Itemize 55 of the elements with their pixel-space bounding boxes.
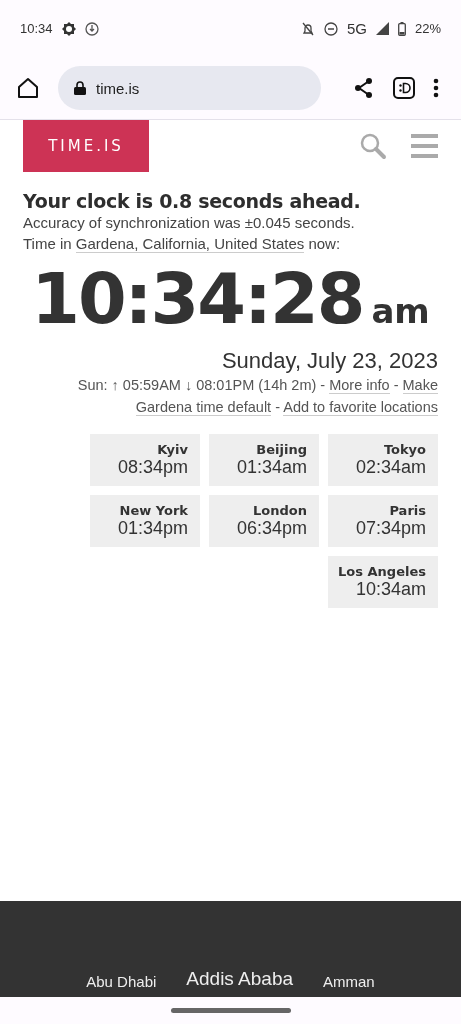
city-time: 01:34pm bbox=[117, 518, 188, 539]
url-text: time.is bbox=[96, 79, 140, 97]
clock: 10:34:28 am bbox=[30, 258, 431, 340]
footer-link[interactable]: Abu Dhabi bbox=[86, 973, 157, 990]
do-not-disturb-icon bbox=[323, 21, 338, 36]
sun-text: - bbox=[274, 399, 281, 415]
battery-level: 22% bbox=[414, 21, 441, 36]
bell-off-icon bbox=[300, 21, 315, 36]
city-time: 10:34am bbox=[355, 579, 426, 600]
lock-icon bbox=[74, 81, 86, 95]
accuracy-text: Accuracy of synchronization was ±0.045 seconds. bbox=[23, 213, 356, 233]
city-name: Tokyo bbox=[383, 442, 426, 457]
sun-link[interactable]: Gardena time default bbox=[135, 399, 272, 416]
location-text: Time in Gardena, California, United States now: bbox=[23, 234, 342, 254]
brightness-icon bbox=[61, 21, 76, 36]
signal-icon bbox=[375, 22, 389, 35]
city-time: 08:34pm bbox=[117, 457, 188, 478]
gesture-handle[interactable] bbox=[170, 1008, 291, 1013]
more-menu-icon[interactable] bbox=[433, 78, 439, 98]
city-card[interactable]: London 06:34pm bbox=[209, 495, 319, 547]
date-text: Sunday, July 23, 2023 bbox=[220, 348, 438, 374]
site-logo[interactable]: TIME.IS bbox=[23, 120, 149, 172]
city-name: Beijing bbox=[256, 442, 307, 457]
city-card[interactable]: Tokyo 02:34am bbox=[328, 434, 438, 486]
tab-switcher-icon[interactable] bbox=[393, 77, 415, 99]
home-icon[interactable] bbox=[16, 76, 40, 100]
status-time: 10:34 bbox=[20, 21, 53, 36]
download-icon bbox=[84, 21, 99, 36]
city-name: Paris bbox=[389, 503, 426, 518]
city-card[interactable]: Beijing 01:34am bbox=[209, 434, 319, 486]
sun-link[interactable]: Make bbox=[402, 377, 438, 394]
sun-text: Sun: ↑ 05:59AM ↓ 08:01PM (14h 2m) - bbox=[77, 377, 327, 393]
location-link[interactable]: Gardena, California, United States bbox=[75, 235, 305, 253]
city-name: Los Angeles bbox=[338, 564, 426, 579]
city-time: 07:34pm bbox=[355, 518, 426, 539]
city-name: London bbox=[253, 503, 307, 518]
city-card[interactable]: New York 01:34pm bbox=[90, 495, 200, 547]
city-time: 01:34am bbox=[236, 457, 307, 478]
sun-text: - bbox=[392, 377, 400, 393]
city-card[interactable]: Los Angeles 10:34am bbox=[328, 556, 438, 608]
share-icon[interactable] bbox=[353, 77, 375, 99]
city-name: New York bbox=[119, 503, 188, 518]
sun-link[interactable]: More info bbox=[329, 377, 390, 394]
footer-link[interactable]: Addis Ababa bbox=[186, 968, 294, 990]
sun-link[interactable]: Add to favorite locations bbox=[283, 399, 438, 416]
city-card[interactable]: Paris 07:34pm bbox=[328, 495, 438, 547]
city-time: 06:34pm bbox=[236, 518, 307, 539]
headline: Your clock is 0.8 seconds ahead. bbox=[23, 190, 362, 212]
city-time: 02:34am bbox=[355, 457, 426, 478]
footer-link[interactable]: Amman bbox=[323, 973, 375, 990]
battery-icon bbox=[397, 21, 406, 36]
address-bar[interactable]: time.is bbox=[58, 66, 321, 110]
city-name: Kyiv bbox=[157, 442, 188, 457]
city-card[interactable]: Kyiv 08:34pm bbox=[90, 434, 200, 486]
network-label: 5G bbox=[346, 20, 367, 37]
